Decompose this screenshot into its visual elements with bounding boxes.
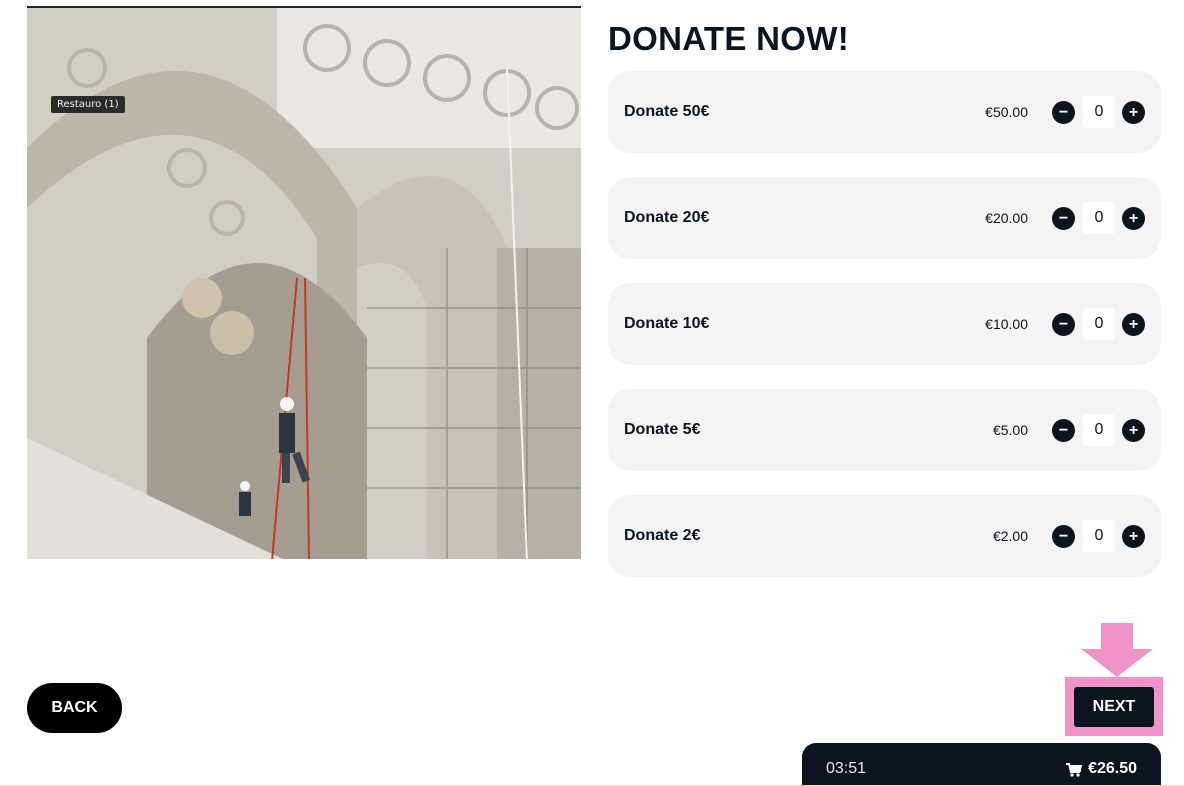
cathedral-illustration (27, 8, 581, 559)
session-timer: 03:51 (826, 760, 867, 777)
donation-label: Donate 10€ (624, 315, 710, 332)
quantity-input[interactable] (1083, 96, 1115, 128)
quantity-input[interactable] (1083, 202, 1115, 234)
cart-bar[interactable]: 03:51 €26.50 (802, 743, 1161, 786)
quantity-input[interactable] (1083, 520, 1115, 552)
cart-total-amount: €26.50 (1088, 760, 1137, 777)
donation-label: Donate 2€ (624, 527, 701, 544)
donation-price: €2.00 (992, 528, 1028, 544)
decrease-quantity-button[interactable]: − (1052, 207, 1075, 230)
decrease-quantity-button[interactable]: − (1052, 101, 1075, 124)
decrease-quantity-button[interactable]: − (1052, 525, 1075, 548)
decrease-quantity-button[interactable]: − (1052, 313, 1075, 336)
cart-total[interactable]: €26.50 (1066, 743, 1137, 786)
donation-price: €5.00 (992, 422, 1028, 438)
back-button[interactable]: BACK (27, 683, 122, 733)
increase-quantity-button[interactable]: + (1122, 101, 1145, 124)
donation-label: Donate 5€ (624, 421, 701, 438)
donation-label: Donate 50€ (624, 103, 710, 120)
donation-price: €50.00 (985, 104, 1028, 120)
donation-price: €10.00 (985, 316, 1028, 332)
quantity-input[interactable] (1083, 414, 1115, 446)
image-caption-tag: Restauro (1) (51, 96, 125, 113)
donation-price: €20.00 (985, 210, 1028, 226)
donation-row-2: Donate 2€ €2.00 − + (608, 495, 1161, 577)
arrow-down-icon (1081, 623, 1153, 677)
cart-icon (1066, 762, 1083, 777)
page-title: DONATE NOW! (608, 20, 849, 57)
quantity-input[interactable] (1083, 308, 1115, 340)
increase-quantity-button[interactable]: + (1122, 419, 1145, 442)
donation-row-5: Donate 5€ €5.00 − + (608, 389, 1161, 471)
donation-row-50: Donate 50€ €50.00 − + (608, 71, 1161, 153)
decrease-quantity-button[interactable]: − (1052, 419, 1075, 442)
hero-image: Restauro (1) (27, 6, 581, 559)
increase-quantity-button[interactable]: + (1122, 525, 1145, 548)
donation-row-10: Donate 10€ €10.00 − + (608, 283, 1161, 365)
increase-quantity-button[interactable]: + (1122, 207, 1145, 230)
increase-quantity-button[interactable]: + (1122, 313, 1145, 336)
donation-list: Donate 50€ €50.00 − + Donate 20€ €20.00 … (608, 71, 1161, 601)
donation-label: Donate 20€ (624, 209, 710, 226)
donation-row-20: Donate 20€ €20.00 − + (608, 177, 1161, 259)
next-button[interactable]: NEXT (1074, 687, 1154, 727)
